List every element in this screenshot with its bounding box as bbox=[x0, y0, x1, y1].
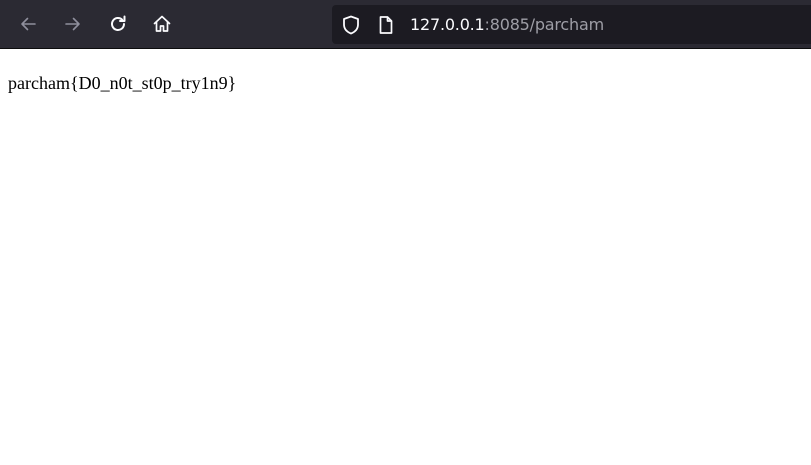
page-icon[interactable] bbox=[376, 15, 396, 35]
reload-icon bbox=[111, 15, 126, 31]
page-text: parcham{D0_n0t_st0p_try1n9} bbox=[8, 73, 237, 93]
forward-arrow-icon bbox=[65, 17, 80, 31]
back-button[interactable] bbox=[12, 8, 44, 40]
home-button[interactable] bbox=[146, 8, 178, 40]
navigation-toolbar: 127.0.0.1:8085/parcham bbox=[0, 0, 811, 49]
home-icon bbox=[153, 15, 171, 32]
url-host: 127.0.0.1 bbox=[410, 15, 485, 34]
url-text[interactable]: 127.0.0.1:8085/parcham bbox=[410, 15, 604, 35]
back-arrow-icon bbox=[21, 17, 36, 31]
shield-icon[interactable] bbox=[340, 14, 362, 36]
url-port-path: :8085/parcham bbox=[484, 15, 605, 34]
forward-button[interactable] bbox=[57, 8, 89, 40]
browser-window: 127.0.0.1:8085/parcham parcham{D0_n0t_st… bbox=[0, 0, 811, 465]
reload-button[interactable] bbox=[102, 8, 134, 40]
page-content: parcham{D0_n0t_st0p_try1n9} bbox=[0, 49, 811, 465]
address-bar[interactable]: 127.0.0.1:8085/parcham bbox=[332, 5, 811, 44]
